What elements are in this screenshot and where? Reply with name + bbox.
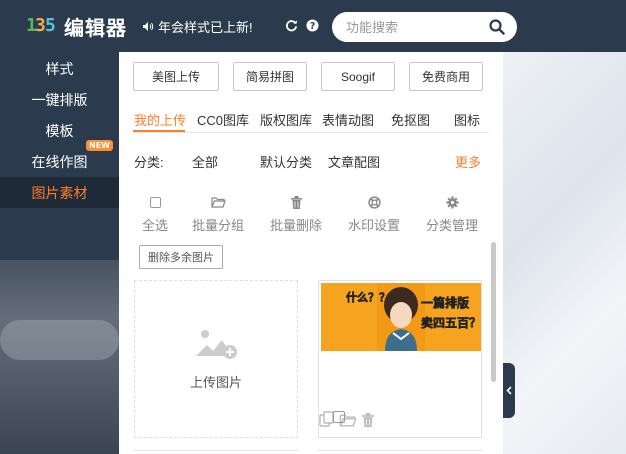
category-default[interactable]: 默认分类	[260, 152, 312, 171]
logo[interactable]: 1 3 5 编辑器	[26, 12, 127, 40]
batch-delete-button[interactable]: 批量删除	[261, 192, 331, 234]
left-nav: 样式 一键排版 模板 在线作图 NEW 图片素材	[0, 52, 119, 454]
checkbox-icon	[149, 196, 161, 208]
tab-divider	[133, 132, 489, 133]
category-article-images[interactable]: 文章配图	[328, 152, 380, 171]
upload-image-dropzone[interactable]: 上传图片	[134, 280, 298, 438]
batch-group-button[interactable]: 批量分组	[183, 192, 253, 234]
refresh-icon[interactable]	[285, 19, 298, 32]
lifebuoy-icon	[367, 195, 381, 209]
thumbnail-illustration: 什么？？ 一篇排版 卖四五百？	[321, 283, 481, 351]
nav-item-one-click-layout[interactable]: 一键排版	[0, 84, 119, 115]
next-card-top-left	[134, 450, 298, 454]
search-input[interactable]	[346, 19, 486, 35]
source-button-free-commercial[interactable]: 免费商用	[409, 62, 483, 91]
nav-item-image-assets[interactable]: 图片素材	[0, 177, 119, 208]
next-card-top-right	[318, 450, 482, 454]
image-thumbnail[interactable]: 什么？？ 一篇排版 卖四五百？	[321, 283, 481, 351]
svg-text:?: ?	[310, 21, 315, 32]
tab-copyright-library[interactable]: 版权图库	[260, 110, 312, 129]
thumb-text-right-2: 卖四五百？	[421, 315, 481, 330]
collapse-panel-button[interactable]	[503, 363, 515, 418]
speaker-icon	[143, 22, 154, 31]
search-icon[interactable]	[489, 19, 505, 35]
panel-scrollbar[interactable]	[491, 242, 496, 382]
tab-my-uploads[interactable]: 我的上传	[134, 110, 186, 129]
source-button-simple-collage[interactable]: 简易拼图	[233, 62, 307, 91]
nav-item-styles[interactable]: 样式	[0, 53, 119, 84]
image-card[interactable]: 什么？？ 一篇排版 卖四五百？	[318, 280, 482, 438]
top-bar: 1 3 5 编辑器 年会样式已上新! ?	[0, 0, 626, 52]
select-all-button[interactable]: 全选	[120, 192, 190, 234]
add-image-icon	[196, 329, 237, 359]
card-toolbar	[319, 411, 483, 427]
tab-icons[interactable]: 图标	[454, 110, 480, 129]
image-panel: 美图上传 简易拼图 Soogif 免费商用 我的上传 CC0图库 版权图库 表情…	[119, 52, 503, 454]
gear-icon	[445, 195, 459, 209]
source-button-meitu-upload[interactable]: 美图上传	[133, 62, 219, 91]
category-manage-button[interactable]: 分类管理	[417, 192, 487, 234]
delete-extra-images-button[interactable]: 删除多余图片	[139, 245, 223, 269]
search-box[interactable]	[332, 12, 517, 42]
category-all[interactable]: 全部	[192, 152, 218, 171]
card-trash-icon[interactable]	[361, 413, 374, 427]
category-label: 分类:	[134, 155, 164, 170]
new-badge: NEW	[86, 140, 113, 151]
card-checkbox-icon[interactable]	[333, 411, 345, 423]
trash-icon	[290, 195, 302, 209]
thumb-text-right-1: 一篇排版	[421, 295, 469, 310]
chevron-left-icon	[506, 386, 512, 395]
announcement-text: 年会样式已上新!	[158, 20, 253, 35]
category-more-link[interactable]: 更多	[455, 152, 481, 171]
thumb-text-left: 什么？？	[346, 290, 390, 304]
tab-cc0-library[interactable]: CC0图库	[197, 110, 249, 129]
blurred-background	[0, 260, 119, 454]
folder-open-icon	[210, 197, 226, 208]
announcement[interactable]: 年会样式已上新!	[142, 17, 253, 36]
tab-animated-stickers[interactable]: 表情动图	[322, 110, 374, 129]
nav-item-online-design[interactable]: 在线作图 NEW	[0, 140, 119, 177]
logo-mark-icon: 1 3 5	[26, 15, 56, 36]
editor-background	[503, 52, 626, 454]
watermark-settings-button[interactable]: 水印设置	[339, 192, 409, 234]
help-icon[interactable]: ?	[306, 19, 319, 32]
logo-text: 编辑器	[64, 15, 127, 40]
tab-cutout-images[interactable]: 免抠图	[391, 110, 430, 129]
source-button-soogif[interactable]: Soogif	[321, 62, 395, 91]
